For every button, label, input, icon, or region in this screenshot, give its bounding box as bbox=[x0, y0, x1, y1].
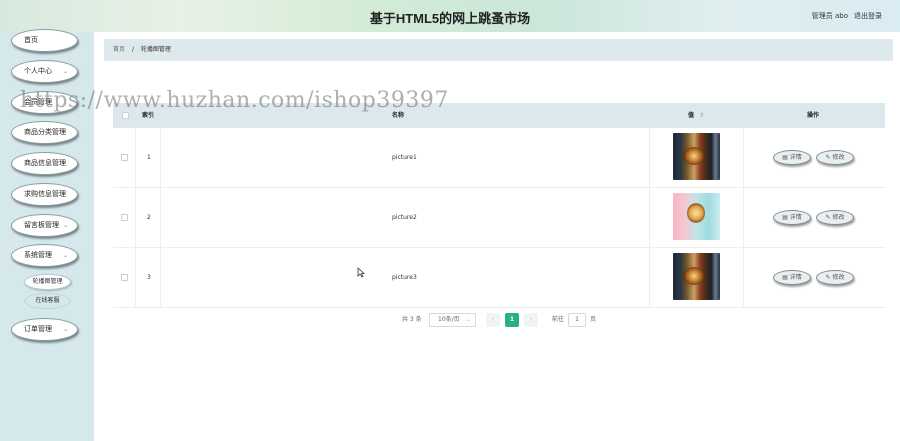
row-index: 2 bbox=[147, 214, 151, 221]
sidebar-item-profile[interactable]: 个人中心 ⌄ bbox=[11, 60, 78, 83]
app-title: 基于HTML5的网上跳蚤市场 bbox=[369, 11, 531, 26]
column-divider bbox=[649, 128, 650, 188]
row-index: 3 bbox=[147, 274, 151, 281]
sidebar-item-label: 订单管理 bbox=[24, 325, 52, 333]
edit-button[interactable]: ✎ 修改 bbox=[816, 270, 854, 285]
header-bar: 基于HTML5的网上跳蚤市场 管理员 abo 退出登录 bbox=[0, 0, 900, 32]
page-size-value: 10条/页 bbox=[438, 316, 460, 323]
detail-button[interactable]: ▤ 详情 bbox=[773, 150, 811, 165]
prev-page-button[interactable]: ‹ bbox=[486, 313, 500, 327]
edit-button[interactable]: ✎ 修改 bbox=[816, 150, 854, 165]
sidebar-item-orders[interactable]: 订单管理 ⌄ bbox=[11, 318, 78, 341]
goto-suffix: 页 bbox=[590, 316, 597, 323]
chevron-down-icon: ⌄ bbox=[62, 326, 68, 333]
column-divider bbox=[135, 128, 136, 188]
column-header-value[interactable]: 值 ⇕ bbox=[688, 103, 704, 128]
sidebar-item-goods[interactable]: 商品信息管理 bbox=[11, 152, 78, 175]
page-number-current[interactable]: 1 bbox=[505, 313, 519, 327]
carousel-image-thumbnail bbox=[673, 193, 720, 240]
table-row: 3 picture3 ▤ 详情 ✎ 修改 bbox=[113, 248, 885, 308]
row-name: picture2 bbox=[392, 214, 417, 221]
column-divider bbox=[743, 188, 744, 248]
carousel-table: 索引 名称 值 ⇕ 操作 1 picture1 ▤ 详情 ✎ 修改 2 pict… bbox=[113, 103, 885, 308]
goto-page-input[interactable]: 1 bbox=[568, 313, 586, 327]
row-checkbox[interactable] bbox=[121, 274, 128, 281]
logout-link[interactable]: 退出登录 bbox=[854, 11, 882, 21]
row-name: picture1 bbox=[392, 154, 417, 161]
current-user: 管理员 abo bbox=[811, 12, 848, 20]
row-index: 1 bbox=[147, 154, 151, 161]
sidebar-item-label: 首页 bbox=[24, 36, 38, 44]
column-divider bbox=[743, 248, 744, 308]
sidebar-item-categories[interactable]: 商品分类管理 bbox=[11, 121, 78, 144]
chevron-down-icon: ⌄ bbox=[62, 222, 68, 229]
watermark-text: https://www.huzhan.com/ishop39397 bbox=[20, 88, 449, 113]
sidebar-item-messages[interactable]: 留言板管理 ⌄ bbox=[11, 214, 78, 237]
column-header-value-label: 值 bbox=[688, 112, 695, 119]
column-divider bbox=[743, 128, 744, 188]
table-row: 1 picture1 ▤ 详情 ✎ 修改 bbox=[113, 128, 885, 188]
column-divider bbox=[649, 188, 650, 248]
column-divider bbox=[649, 248, 650, 308]
row-checkbox[interactable] bbox=[121, 154, 128, 161]
table-row: 2 picture2 ▤ 详情 ✎ 修改 bbox=[113, 188, 885, 248]
pagination-total: 共 3 条 bbox=[402, 316, 422, 323]
sidebar-item-label: 求购信息管理 bbox=[24, 190, 66, 198]
sidebar-item-label: 系统管理 bbox=[24, 251, 52, 259]
column-divider bbox=[160, 128, 161, 188]
row-name: picture3 bbox=[392, 274, 417, 281]
column-divider bbox=[135, 188, 136, 248]
sidebar-subitem-carousel[interactable]: 轮播图管理 bbox=[24, 274, 71, 290]
detail-button[interactable]: ▤ 详情 bbox=[773, 270, 811, 285]
sort-icon[interactable]: ⇕ bbox=[699, 112, 704, 119]
breadcrumb-home[interactable]: 首页 bbox=[113, 46, 125, 53]
sidebar-item-label: 留言板管理 bbox=[24, 221, 59, 229]
page-size-select[interactable]: 10条/页 ⌄ bbox=[429, 313, 476, 327]
chevron-down-icon: ⌄ bbox=[62, 252, 68, 259]
mouse-cursor-icon bbox=[357, 267, 365, 278]
column-divider bbox=[160, 188, 161, 248]
chevron-down-icon: ⌄ bbox=[62, 68, 68, 75]
breadcrumb: 首页 / 轮播图管理 bbox=[104, 39, 893, 61]
column-header-ops: 操作 bbox=[807, 112, 820, 119]
detail-button[interactable]: ▤ 详情 bbox=[773, 210, 811, 225]
carousel-image-thumbnail bbox=[673, 133, 720, 180]
breadcrumb-separator: / bbox=[131, 46, 134, 53]
edit-button[interactable]: ✎ 修改 bbox=[816, 210, 854, 225]
sidebar-item-label: 商品分类管理 bbox=[24, 128, 66, 136]
sidebar-subitem-service[interactable]: 在线客服 bbox=[24, 293, 71, 309]
select-all-checkbox[interactable] bbox=[122, 112, 129, 119]
sidebar-item-label: 个人中心 bbox=[24, 67, 52, 75]
sidebar-item-system[interactable]: 系统管理 ⌄ bbox=[11, 244, 78, 267]
next-page-button[interactable]: › bbox=[524, 313, 538, 327]
goto-label: 前往 bbox=[552, 316, 565, 323]
row-checkbox[interactable] bbox=[121, 214, 128, 221]
sidebar-item-wanted[interactable]: 求购信息管理 bbox=[11, 183, 78, 206]
sidebar-item-home[interactable]: 首页 bbox=[11, 29, 78, 52]
breadcrumb-current: 轮播图管理 bbox=[140, 46, 171, 53]
carousel-image-thumbnail bbox=[673, 253, 720, 300]
sidebar-item-label: 商品信息管理 bbox=[24, 159, 66, 167]
column-divider bbox=[135, 248, 136, 308]
column-divider bbox=[160, 248, 161, 308]
chevron-down-icon: ⌄ bbox=[465, 316, 471, 323]
